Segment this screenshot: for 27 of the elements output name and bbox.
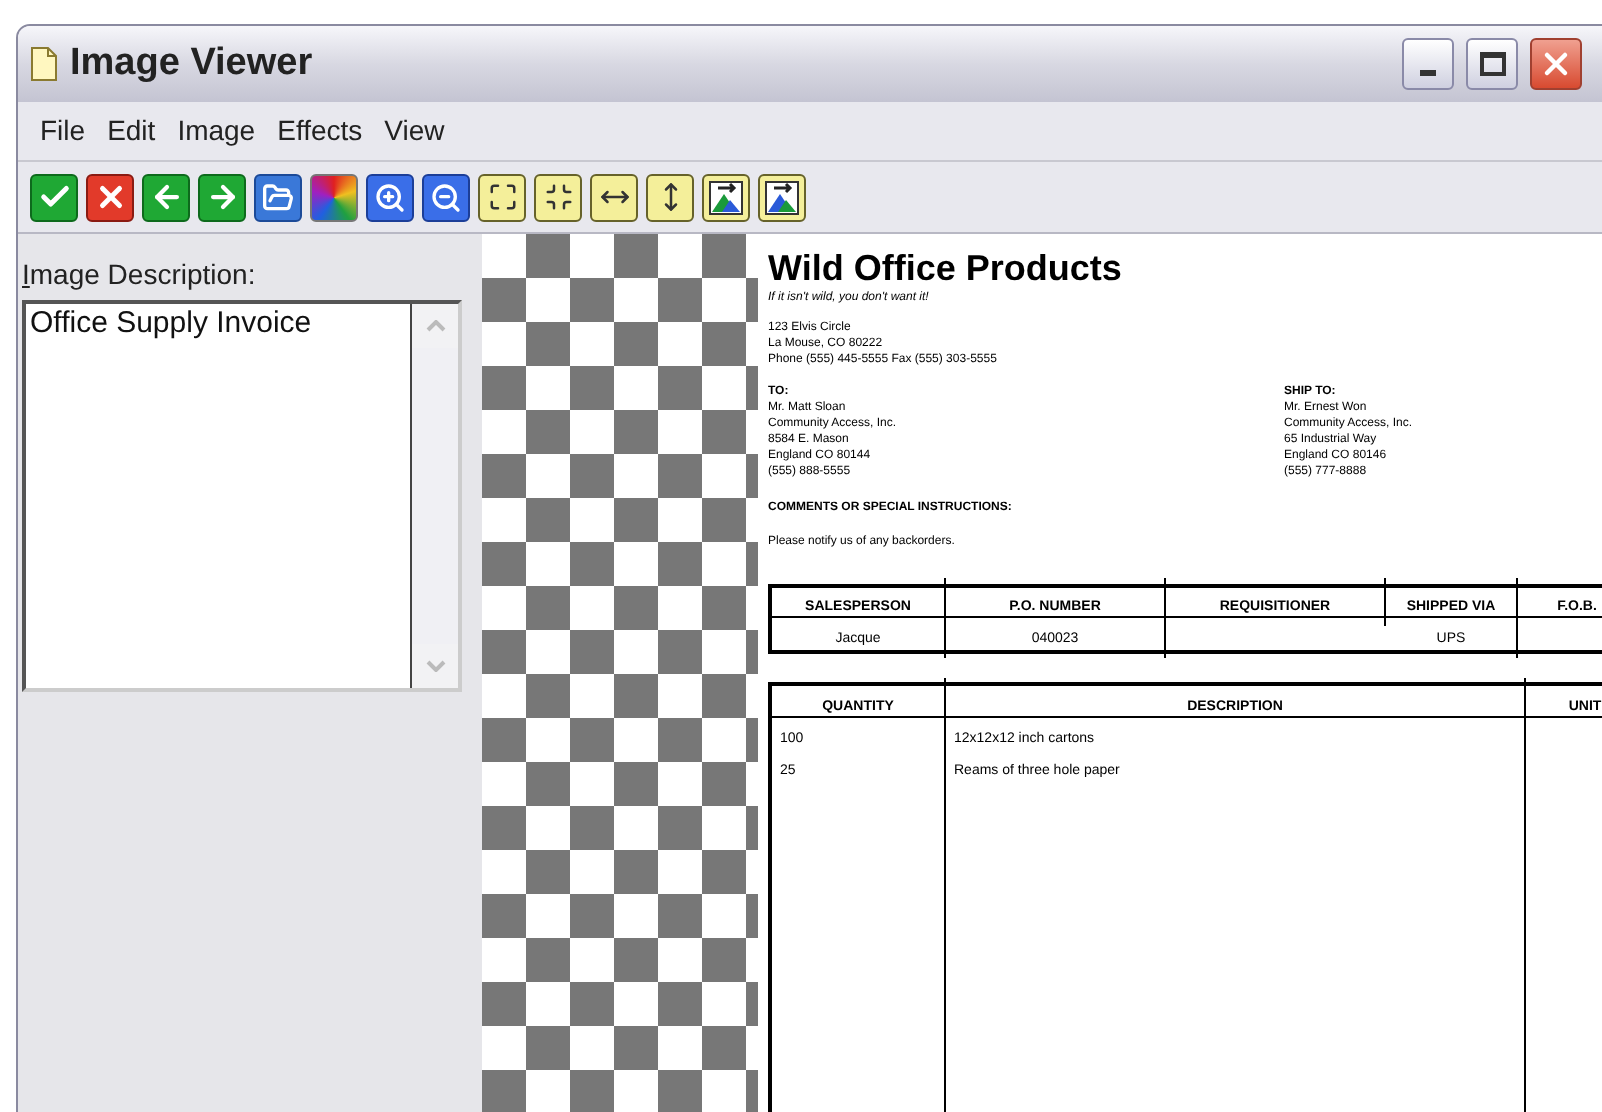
maximize-icon xyxy=(1479,52,1505,76)
window-title: Image Viewer xyxy=(70,39,313,88)
folder-icon[interactable] xyxy=(254,173,302,221)
fit-height-icon[interactable] xyxy=(646,173,694,221)
check-icon[interactable] xyxy=(30,173,78,221)
menu-item[interactable]: File xyxy=(30,106,96,156)
minimize-icon xyxy=(1420,70,1436,76)
description-label: Image Description: xyxy=(22,256,258,294)
menu-item[interactable]: View xyxy=(374,106,455,156)
document-icon xyxy=(30,46,58,82)
close-button[interactable] xyxy=(1530,38,1582,90)
company-name: Wild Office Products xyxy=(768,246,1124,290)
maximize-button[interactable] xyxy=(1466,38,1518,90)
color-swirl-icon[interactable] xyxy=(310,173,358,221)
menu-item[interactable]: Image xyxy=(167,106,266,156)
menu-item[interactable]: Edit xyxy=(97,106,166,156)
zoom-out-icon[interactable] xyxy=(422,173,470,221)
arrow-left-icon[interactable] xyxy=(142,173,190,221)
zoom-in-icon[interactable] xyxy=(366,173,414,221)
frame-icon[interactable] xyxy=(534,173,582,221)
expand-icon[interactable] xyxy=(478,173,526,221)
fit-width-icon[interactable] xyxy=(590,173,638,221)
description-field[interactable]: Office Supply Invoice xyxy=(22,300,462,692)
close-icon[interactable] xyxy=(86,173,134,221)
arrow-right-icon[interactable] xyxy=(198,173,246,221)
menu-item[interactable]: Effects xyxy=(267,106,373,156)
minimize-button[interactable] xyxy=(1402,38,1454,90)
